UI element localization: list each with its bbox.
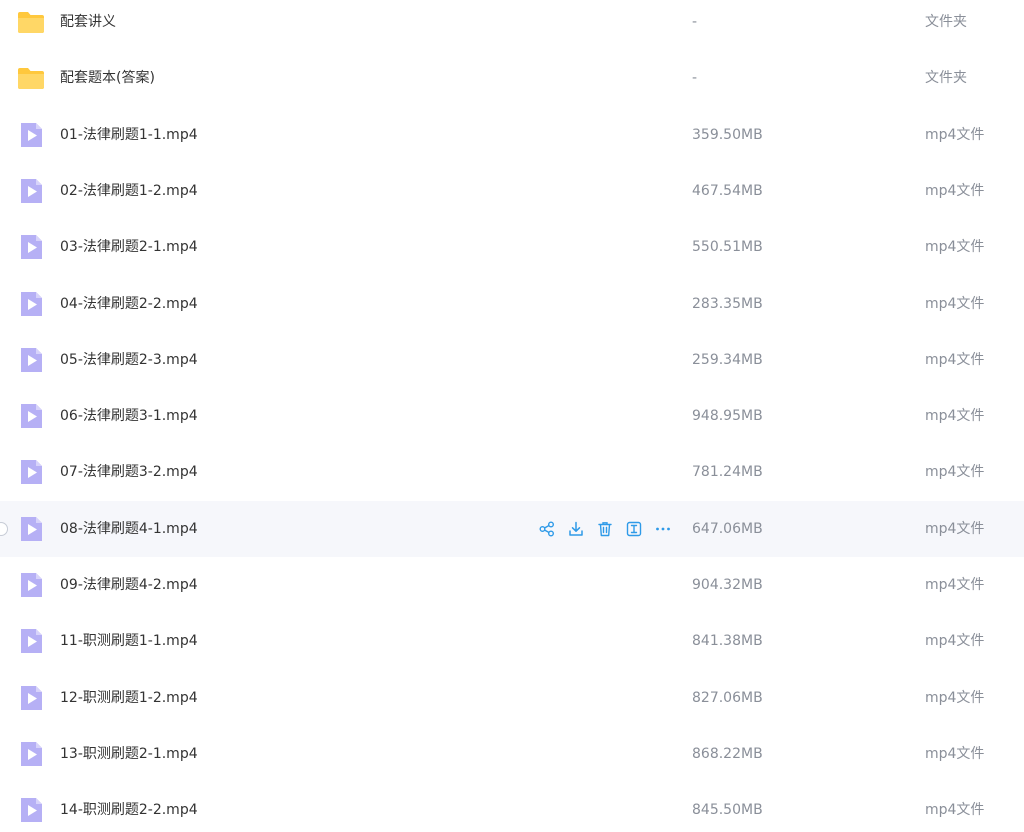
file-name[interactable]: 01-法律刷题1-1.mp4	[60, 107, 198, 163]
file-row[interactable]: 05-法律刷题2-3.mp4 259.34MB mp4文件	[0, 332, 1024, 388]
file-row[interactable]: 06-法律刷题3-1.mp4 948.95MB mp4文件	[0, 388, 1024, 444]
file-list: 配套讲义 - 文件夹 配套题本(答案) - 文件夹 01-法律刷题1-1.mp4 359.50…	[0, 0, 1024, 832]
file-name[interactable]: 13-职测刷题2-1.mp4	[60, 726, 198, 782]
file-row[interactable]: 13-职测刷题2-1.mp4 868.22MB mp4文件	[0, 726, 1024, 782]
video-file-icon	[16, 457, 46, 487]
rename-icon	[625, 520, 643, 538]
video-file-icon	[16, 120, 46, 150]
file-size: 948.95MB	[692, 408, 763, 424]
file-name[interactable]: 配套题本(答案)	[60, 50, 155, 106]
row-select-checkbox[interactable]	[0, 522, 8, 536]
share-button[interactable]	[538, 520, 556, 538]
delete-icon	[596, 520, 614, 538]
file-type: mp4文件	[925, 802, 985, 818]
file-row[interactable]: 07-法律刷题3-2.mp4 781.24MB mp4文件	[0, 444, 1024, 500]
file-name[interactable]: 08-法律刷题4-1.mp4	[60, 501, 198, 557]
file-type: mp4文件	[925, 239, 985, 255]
file-type: mp4文件	[925, 464, 985, 480]
file-name[interactable]: 09-法律刷题4-2.mp4	[60, 557, 198, 613]
file-size: 827.06MB	[692, 690, 763, 706]
file-name[interactable]: 05-法律刷题2-3.mp4	[60, 332, 198, 388]
video-file-icon	[16, 232, 46, 262]
file-size: -	[692, 14, 698, 30]
file-type: mp4文件	[925, 521, 985, 537]
file-name[interactable]: 04-法律刷题2-2.mp4	[60, 276, 198, 332]
video-file-icon	[16, 795, 46, 825]
video-file-icon	[16, 570, 46, 600]
file-name[interactable]: 12-职测刷题1-2.mp4	[60, 670, 198, 726]
file-type: mp4文件	[925, 408, 985, 424]
file-size: 550.51MB	[692, 239, 763, 255]
video-file-icon	[16, 401, 46, 431]
file-size: 868.22MB	[692, 746, 763, 762]
file-size: 647.06MB	[692, 521, 763, 537]
delete-button[interactable]	[596, 520, 614, 538]
file-type: mp4文件	[925, 127, 985, 143]
file-type: 文件夹	[925, 14, 967, 30]
download-button[interactable]	[567, 520, 585, 538]
file-type: mp4文件	[925, 633, 985, 649]
download-icon	[567, 520, 585, 538]
video-file-icon	[16, 289, 46, 319]
share-icon	[538, 520, 556, 538]
file-size: 781.24MB	[692, 464, 763, 480]
file-row[interactable]: 01-法律刷题1-1.mp4 359.50MB mp4文件	[0, 107, 1024, 163]
file-row[interactable]: 04-法律刷题2-2.mp4 283.35MB mp4文件	[0, 276, 1024, 332]
file-size: 841.38MB	[692, 633, 763, 649]
more-button[interactable]	[654, 520, 672, 538]
file-size: 283.35MB	[692, 296, 763, 312]
file-type: mp4文件	[925, 296, 985, 312]
file-type: mp4文件	[925, 690, 985, 706]
file-type: mp4文件	[925, 577, 985, 593]
file-type: 文件夹	[925, 70, 967, 86]
file-type: mp4文件	[925, 352, 985, 368]
file-size: 359.50MB	[692, 127, 763, 143]
folder-icon	[16, 7, 46, 37]
file-name[interactable]: 14-职测刷题2-2.mp4	[60, 782, 198, 832]
file-type: mp4文件	[925, 183, 985, 199]
file-size: -	[692, 70, 698, 86]
row-actions	[538, 519, 672, 539]
file-row[interactable]: 14-职测刷题2-2.mp4 845.50MB mp4文件	[0, 782, 1024, 832]
file-row[interactable]: 配套题本(答案) - 文件夹	[0, 50, 1024, 106]
file-name[interactable]: 配套讲义	[60, 0, 116, 50]
file-row[interactable]: 09-法律刷题4-2.mp4 904.32MB mp4文件	[0, 557, 1024, 613]
file-size: 259.34MB	[692, 352, 763, 368]
file-name[interactable]: 02-法律刷题1-2.mp4	[60, 163, 198, 219]
rename-button[interactable]	[625, 520, 643, 538]
video-file-icon	[16, 626, 46, 656]
video-file-icon	[16, 739, 46, 769]
file-size: 845.50MB	[692, 802, 763, 818]
video-file-icon	[16, 345, 46, 375]
video-file-icon	[16, 683, 46, 713]
file-row[interactable]: 11-职测刷题1-1.mp4 841.38MB mp4文件	[0, 613, 1024, 669]
file-size: 904.32MB	[692, 577, 763, 593]
file-row[interactable]: 02-法律刷题1-2.mp4 467.54MB mp4文件	[0, 163, 1024, 219]
more-icon	[654, 520, 672, 538]
video-file-icon	[16, 176, 46, 206]
file-name[interactable]: 06-法律刷题3-1.mp4	[60, 388, 198, 444]
folder-icon	[16, 63, 46, 93]
file-row[interactable]: 08-法律刷题4-1.mp4 647.06MB mp4文件	[0, 501, 1024, 557]
file-row[interactable]: 03-法律刷题2-1.mp4 550.51MB mp4文件	[0, 219, 1024, 275]
video-file-icon	[16, 514, 46, 544]
file-name[interactable]: 07-法律刷题3-2.mp4	[60, 444, 198, 500]
file-row[interactable]: 配套讲义 - 文件夹	[0, 0, 1024, 50]
file-size: 467.54MB	[692, 183, 763, 199]
file-name[interactable]: 11-职测刷题1-1.mp4	[60, 613, 198, 669]
file-row[interactable]: 12-职测刷题1-2.mp4 827.06MB mp4文件	[0, 670, 1024, 726]
file-name[interactable]: 03-法律刷题2-1.mp4	[60, 219, 198, 275]
file-type: mp4文件	[925, 746, 985, 762]
